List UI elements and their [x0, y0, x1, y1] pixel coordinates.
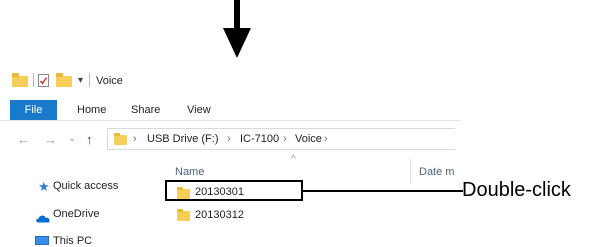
chevron-right-icon[interactable]: ›: [324, 133, 328, 145]
title-divider: [89, 73, 90, 87]
new-folder-icon[interactable]: [56, 73, 72, 87]
down-arrow-head: [223, 28, 251, 58]
breadcrumb-ic-7100[interactable]: IC-7100: [240, 134, 279, 145]
tab-file[interactable]: File: [10, 100, 57, 120]
breadcrumb-voice[interactable]: Voice: [295, 134, 322, 145]
back-arrow-icon[interactable]: ←: [17, 133, 30, 146]
chevron-right-icon[interactable]: ›: [227, 133, 231, 145]
customize-dropdown-icon[interactable]: ▾: [78, 76, 83, 86]
window-title: Voice: [96, 75, 123, 87]
monitor-icon: [35, 236, 49, 245]
tab-home[interactable]: Home: [77, 105, 106, 116]
tab-share[interactable]: Share: [131, 105, 160, 116]
column-divider[interactable]: [410, 158, 411, 184]
highlight-box: [165, 180, 303, 201]
nav-item-onedrive[interactable]: OneDrive: [53, 209, 99, 220]
down-arrow-icon: [234, 0, 240, 30]
star-icon: ★: [38, 179, 50, 194]
callout-leader-line: [303, 190, 463, 192]
callout-label: Double-click: [462, 179, 571, 201]
nav-item-quick-access[interactable]: Quick access: [53, 181, 118, 192]
up-arrow-icon[interactable]: ↑: [86, 133, 93, 146]
ribbon-divider: [0, 120, 460, 121]
folder-icon: [12, 73, 28, 87]
properties-check-icon[interactable]: [38, 74, 49, 87]
breadcrumb-usb-drive[interactable]: USB Drive (F:): [147, 134, 219, 145]
recent-locations-icon[interactable]: ⌄: [68, 134, 76, 144]
nav-item-this-pc[interactable]: This PC: [53, 236, 92, 247]
chevron-right-icon[interactable]: ›: [133, 133, 137, 145]
address-folder-icon: [114, 133, 127, 145]
sort-up-icon: ^: [291, 154, 296, 165]
column-header-name[interactable]: Name: [175, 167, 204, 178]
toolbar-divider: [33, 73, 34, 87]
file-row-20130312[interactable]: 20130312: [195, 210, 244, 221]
chevron-right-icon[interactable]: ›: [283, 133, 287, 145]
folder-icon: [177, 209, 190, 221]
tab-view[interactable]: View: [187, 105, 211, 116]
cloud-icon: [35, 210, 51, 223]
forward-arrow-icon[interactable]: →: [44, 133, 57, 146]
column-header-date[interactable]: Date m: [419, 167, 454, 178]
